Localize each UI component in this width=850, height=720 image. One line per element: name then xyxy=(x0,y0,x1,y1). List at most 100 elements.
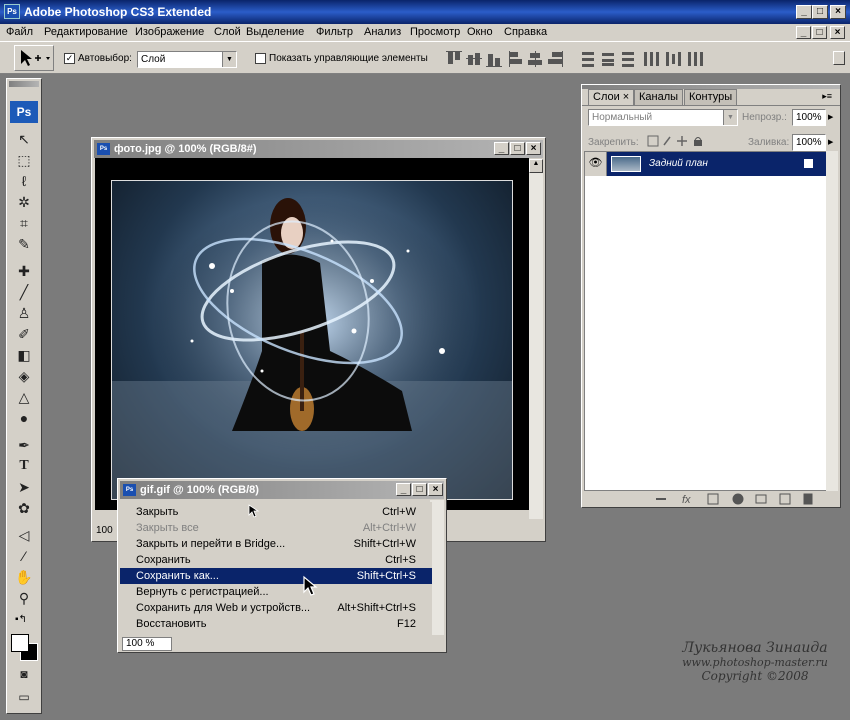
foreground-color-swatch[interactable] xyxy=(11,634,29,652)
eyedropper-tool-icon[interactable]: ⁄ xyxy=(11,546,37,566)
doc-gif-maximize-button[interactable]: □ xyxy=(412,483,427,496)
minimize-window-button[interactable]: _ xyxy=(796,5,812,19)
gif-vertical-scrollbar[interactable] xyxy=(430,500,444,635)
paint-bucket-tool-icon[interactable]: ◈ xyxy=(11,366,37,386)
app-titlebar: Ps Adobe Photoshop CS3 Extended _ □ × xyxy=(0,0,850,24)
tab-channels[interactable]: Каналы xyxy=(634,89,684,105)
menu-select[interactable]: Выделение xyxy=(246,26,304,38)
app-title: Adobe Photoshop CS3 Extended xyxy=(24,5,212,19)
menu-item-revert[interactable]: Восстановить F12 xyxy=(120,616,432,632)
blend-mode-select[interactable]: Нормальный ▼ xyxy=(588,109,738,126)
quick-mask-icon[interactable]: ◙ xyxy=(11,664,37,684)
slice-tool-icon[interactable]: ✎ xyxy=(11,234,37,254)
document-canvas[interactable] xyxy=(95,158,529,510)
violin-girl-photo xyxy=(111,180,513,500)
zoom-level-gif[interactable]: 100 % xyxy=(122,637,172,651)
menu-help[interactable]: Справка xyxy=(504,26,547,38)
crop-tool-icon[interactable]: ⌗ xyxy=(11,213,37,233)
menu-item-save-as[interactable]: Сохранить как... Shift+Ctrl+S xyxy=(120,568,432,584)
photoshop-logo[interactable]: Ps xyxy=(10,101,38,123)
autoselect-target-select[interactable]: Слой ▼ xyxy=(137,51,237,68)
menu-bar: Файл Редактирование Изображение Слой Выд… xyxy=(0,24,850,41)
menu-filter[interactable]: Фильтр xyxy=(316,26,353,38)
photoshop-doc-icon: Ps xyxy=(123,484,136,496)
menu-file[interactable]: Файл xyxy=(6,26,33,38)
history-brush-tool-icon[interactable]: ✐ xyxy=(11,324,37,344)
menu-item-check-in[interactable]: Вернуть с регистрацией... xyxy=(120,584,432,600)
layer-row-background[interactable]: 👁 Задний план xyxy=(585,152,827,176)
show-controls-checkbox[interactable] xyxy=(255,53,266,64)
doc-photo-minimize-button[interactable]: _ xyxy=(494,142,509,155)
palette-well-button[interactable] xyxy=(833,51,845,65)
lock-icons[interactable] xyxy=(646,134,706,148)
default-colors-icon[interactable]: ▪↰ xyxy=(15,614,27,625)
fill-field[interactable]: 100% xyxy=(792,134,826,151)
menu-item-save[interactable]: Сохранить Ctrl+S xyxy=(120,552,432,568)
menu-edit[interactable]: Редактирование xyxy=(44,26,128,38)
move-tool-icon[interactable]: ↖ xyxy=(11,129,37,149)
doc-close-button[interactable]: × xyxy=(830,26,845,39)
healing-brush-tool-icon[interactable]: ✚ xyxy=(11,261,37,281)
menu-item-close-and-go-to-bridge[interactable]: Закрыть и перейти в Bridge... Shift+Ctrl+… xyxy=(120,536,432,552)
svg-text:fx: fx xyxy=(682,494,691,506)
zoom-level-photo[interactable]: 100 xyxy=(96,525,113,536)
doc-minimize-button[interactable]: _ xyxy=(796,26,811,39)
maximize-window-button[interactable]: □ xyxy=(812,5,828,19)
vertical-scrollbar[interactable]: ▲ xyxy=(529,159,543,519)
file-context-menu: Закрыть Ctrl+W Закрыть все Alt+Ctrl+W Закр… xyxy=(120,502,432,636)
tool-palette-header[interactable] xyxy=(9,81,39,87)
shape-tool-icon[interactable]: ✿ xyxy=(11,498,37,518)
document-titlebar-photo[interactable]: Ps фото.jpg @ 100% (RGB/8#) _ □ × xyxy=(94,140,543,158)
menu-layer[interactable]: Слой xyxy=(214,26,241,38)
document-title-photo: фото.jpg @ 100% (RGB/8#) xyxy=(114,143,257,155)
tab-paths[interactable]: Контуры xyxy=(684,89,738,105)
watermark-name: Лукьянова Зинаида xyxy=(682,640,828,656)
type-tool-icon[interactable]: T xyxy=(11,456,37,476)
menu-image[interactable]: Изображение xyxy=(135,26,204,38)
blur-tool-icon[interactable]: △ xyxy=(11,387,37,407)
magic-wand-tool-icon[interactable]: ✲ xyxy=(11,192,37,212)
menu-item-close-all[interactable]: Закрыть все Alt+Ctrl+W xyxy=(120,520,432,536)
hand-tool-icon[interactable]: ✋ xyxy=(11,567,37,587)
show-controls-label: Показать управляющие элементы xyxy=(269,53,428,64)
lasso-tool-icon[interactable]: ℓ xyxy=(11,171,37,191)
watermark-copyright: Copyright ©2008 xyxy=(701,669,809,683)
doc-gif-minimize-button[interactable]: _ xyxy=(396,483,411,496)
tab-layers[interactable]: Слои × xyxy=(588,89,635,105)
notes-tool-icon[interactable]: ◁ xyxy=(11,525,37,545)
fill-arrow-icon[interactable]: ▶ xyxy=(828,138,833,146)
document-titlebar-gif[interactable]: Ps gif.gif @ 100% (RGB/8) _ □ × xyxy=(120,481,444,499)
menu-item-save-for-web[interactable]: Сохранить для Web и устройств... Alt+Shif… xyxy=(120,600,432,616)
marquee-tool-icon[interactable]: ⬚ xyxy=(11,150,37,170)
menu-window[interactable]: Окно xyxy=(467,26,493,38)
doc-gif-close-button[interactable]: × xyxy=(428,483,443,496)
clone-stamp-tool-icon[interactable]: ♙ xyxy=(11,303,37,323)
scroll-up-button[interactable]: ▲ xyxy=(529,159,543,173)
tool-preset-picker[interactable] xyxy=(14,45,54,71)
opacity-field[interactable]: 100% xyxy=(792,109,826,126)
layers-scrollbar[interactable] xyxy=(826,151,838,491)
close-window-button[interactable]: × xyxy=(830,5,846,19)
brush-tool-icon[interactable]: ╱ xyxy=(11,282,37,302)
zoom-tool-icon[interactable]: ⚲ xyxy=(11,588,37,608)
photoshop-doc-icon: Ps xyxy=(97,143,110,155)
menu-view[interactable]: Просмотр xyxy=(410,26,460,38)
panel-menu-icon[interactable]: ▸≡ xyxy=(822,91,832,102)
screen-mode-icon[interactable]: ▭ xyxy=(11,687,37,707)
pen-tool-icon[interactable]: ✒ xyxy=(11,435,37,455)
photoshop-app-icon: Ps xyxy=(4,4,20,19)
path-selection-tool-icon[interactable]: ➤ xyxy=(11,477,37,497)
menu-analysis[interactable]: Анализ xyxy=(364,26,401,38)
autoselect-checkbox[interactable]: ✓ xyxy=(64,53,75,64)
doc-photo-close-button[interactable]: × xyxy=(526,142,541,155)
eye-icon[interactable]: 👁 xyxy=(585,152,607,176)
doc-restore-button[interactable]: □ xyxy=(812,26,827,39)
dodge-tool-icon[interactable]: ● xyxy=(11,408,37,428)
layers-footer-icons[interactable]: fx xyxy=(652,491,828,507)
menu-item-close[interactable]: Закрыть Ctrl+W xyxy=(120,504,432,520)
autoselect-label: Автовыбор: xyxy=(78,53,132,64)
doc-photo-maximize-button[interactable]: □ xyxy=(510,142,525,155)
opacity-arrow-icon[interactable]: ▶ xyxy=(828,113,833,121)
layer-name[interactable]: Задний план xyxy=(649,158,708,169)
eraser-tool-icon[interactable]: ◧ xyxy=(11,345,37,365)
